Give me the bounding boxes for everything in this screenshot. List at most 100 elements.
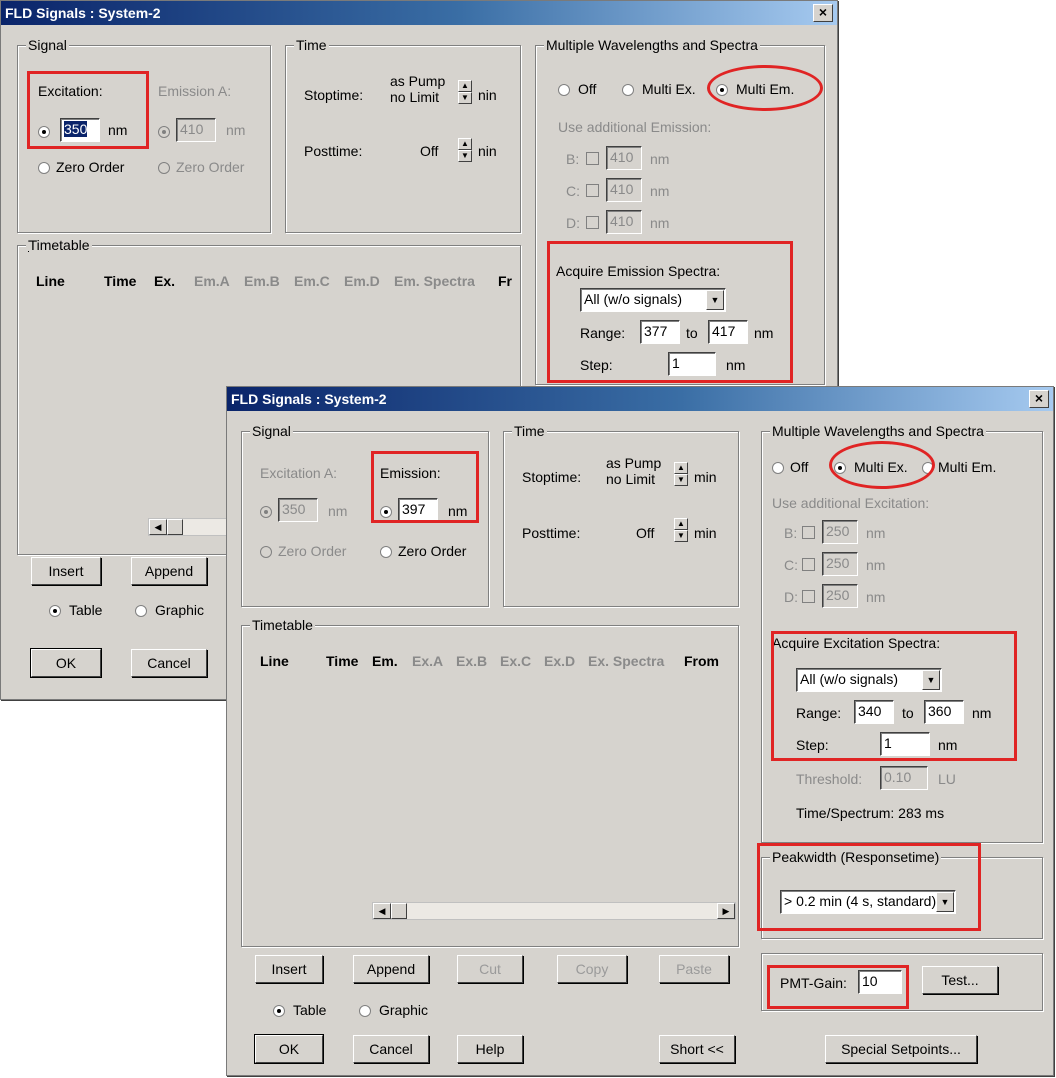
front-short-button[interactable]: Short << (659, 1035, 735, 1063)
front-stoptime-spinner[interactable]: ▲ ▼ (674, 462, 688, 486)
front-col-ex-a: Ex.A (412, 653, 444, 669)
front-close-icon[interactable]: × (1029, 390, 1049, 408)
back-off-label: Off (578, 81, 597, 97)
dropdown-arrow-icon[interactable]: ▼ (936, 892, 954, 912)
front-graphic-radio[interactable] (359, 1005, 371, 1017)
back-stoptime-spinner[interactable]: ▲ ▼ (458, 80, 472, 104)
front-off-radio[interactable] (772, 462, 784, 474)
front-range-from-input[interactable]: 340 (854, 700, 894, 724)
front-multi-group: Multiple Wavelengths and Spectra Off Mul… (761, 423, 1043, 843)
front-timetable-scrollbar[interactable]: ◀ ▶ (372, 902, 736, 920)
front-b-checkbox (802, 526, 815, 539)
back-col-from: Fr (498, 273, 512, 289)
spin-up-icon[interactable]: ▲ (458, 80, 472, 92)
back-close-icon[interactable]: × (813, 4, 833, 22)
front-zero-order-radio[interactable] (380, 546, 392, 558)
spin-down-icon[interactable]: ▼ (674, 530, 688, 542)
front-pmt-input[interactable]: 10 (858, 970, 902, 994)
front-paste-button[interactable]: Paste (659, 955, 729, 983)
front-stoptime-unit: min (694, 469, 717, 485)
back-col-em-a: Em.A (194, 273, 230, 289)
front-title-bar[interactable]: FLD Signals : System-2 (227, 387, 1053, 411)
back-insert-button[interactable]: Insert (31, 557, 101, 585)
back-range-from-input[interactable]: 377 (640, 320, 680, 344)
back-table-label: Table (69, 602, 103, 618)
front-range-to-input[interactable]: 360 (924, 700, 964, 724)
front-emission-input[interactable]: 397 (398, 498, 438, 522)
back-graphic-radio[interactable] (135, 605, 147, 617)
back-col-em-c: Em.C (294, 273, 330, 289)
back-col-time: Time (104, 273, 137, 289)
back-range-to-input[interactable]: 417 (708, 320, 748, 344)
back-excitation-input[interactable]: 350 (60, 118, 100, 142)
front-insert-button[interactable]: Insert (255, 955, 323, 983)
back-zero-order-radio[interactable] (38, 162, 50, 174)
front-excitation-input: 350 (278, 498, 318, 522)
front-cut-button[interactable]: Cut (457, 955, 523, 983)
front-c-input: 250 (822, 552, 858, 576)
front-b-unit: nm (866, 525, 886, 541)
back-posttime-spinner[interactable]: ▲ ▼ (458, 138, 472, 162)
front-ok-button[interactable]: OK (254, 1034, 324, 1064)
spin-up-icon[interactable]: ▲ (458, 138, 472, 150)
back-b-unit: nm (650, 151, 670, 167)
back-multi-em-label: Multi Em. (736, 81, 795, 97)
back-append-button[interactable]: Append (131, 557, 207, 585)
back-excitation-radio[interactable] (38, 126, 50, 138)
back-off-radio[interactable] (558, 84, 570, 96)
back-multi-ex-radio[interactable] (622, 84, 634, 96)
front-posttime-unit: min (694, 525, 717, 541)
spin-down-icon[interactable]: ▼ (458, 150, 472, 162)
front-col-time: Time (326, 653, 359, 669)
front-signal-group-title: Signal (250, 423, 293, 439)
back-d-input: 410 (606, 210, 642, 234)
back-title-bar[interactable]: FLD Signals : System-2 (1, 1, 837, 25)
back-step-input[interactable]: 1 (668, 352, 716, 376)
front-d-unit: nm (866, 589, 886, 605)
back-col-em-d: Em.D (344, 273, 380, 289)
front-col-ex-b: Ex.B (456, 653, 488, 669)
scroll-left-icon[interactable]: ◀ (149, 519, 167, 535)
front-multi-ex-label: Multi Ex. (854, 459, 908, 475)
front-step-input[interactable]: 1 (880, 732, 930, 756)
dropdown-arrow-icon[interactable]: ▼ (706, 290, 724, 310)
front-help-button[interactable]: Help (457, 1035, 523, 1063)
spin-up-icon[interactable]: ▲ (674, 462, 688, 474)
back-timetable-group-title: TTimetable (26, 237, 92, 253)
front-special-setpoints-button[interactable]: Special Setpoints... (825, 1035, 977, 1063)
scroll-left-icon[interactable]: ◀ (373, 903, 391, 919)
front-test-button[interactable]: Test... (922, 966, 998, 994)
scroll-right-icon[interactable]: ▶ (717, 903, 735, 919)
front-append-button[interactable]: Append (353, 955, 429, 983)
front-multi-ex-radio[interactable] (834, 462, 846, 474)
back-cancel-button[interactable]: Cancel (131, 649, 207, 677)
front-cancel-button[interactable]: Cancel (353, 1035, 429, 1063)
back-b-label: B: (566, 151, 580, 167)
back-acquire-select[interactable]: All (w/o signals) ▼ (580, 288, 726, 312)
back-table-radio[interactable] (49, 605, 61, 617)
spin-down-icon[interactable]: ▼ (674, 474, 688, 486)
back-c-input: 410 (606, 178, 642, 202)
scroll-thumb[interactable] (391, 903, 407, 919)
back-zero-order-label: Zero Order (56, 159, 125, 175)
spin-down-icon[interactable]: ▼ (458, 92, 472, 104)
front-peakwidth-select[interactable]: > 0.2 min (4 s, standard) ▼ (780, 890, 956, 914)
back-multi-em-radio[interactable] (716, 84, 728, 96)
front-emission-radio[interactable] (380, 506, 392, 518)
front-table-radio[interactable] (273, 1005, 285, 1017)
back-ok-button[interactable]: OK (30, 648, 102, 678)
back-b-input: 410 (606, 146, 642, 170)
back-excitation-unit: nm (108, 122, 128, 138)
front-stoptime-value-2: no Limit (606, 471, 656, 487)
front-copy-button[interactable]: Copy (557, 955, 627, 983)
front-stoptime-label: Stoptime: (522, 469, 582, 485)
back-col-em-b: Em.B (244, 273, 280, 289)
front-range-label: Range: (796, 705, 842, 721)
front-multi-em-radio[interactable] (922, 462, 934, 474)
spin-up-icon[interactable]: ▲ (674, 518, 688, 530)
back-d-label: D: (566, 215, 580, 231)
front-acquire-select[interactable]: All (w/o signals) ▼ (796, 668, 942, 692)
scroll-thumb[interactable] (167, 519, 183, 535)
front-posttime-spinner[interactable]: ▲ ▼ (674, 518, 688, 542)
dropdown-arrow-icon[interactable]: ▼ (922, 670, 940, 690)
